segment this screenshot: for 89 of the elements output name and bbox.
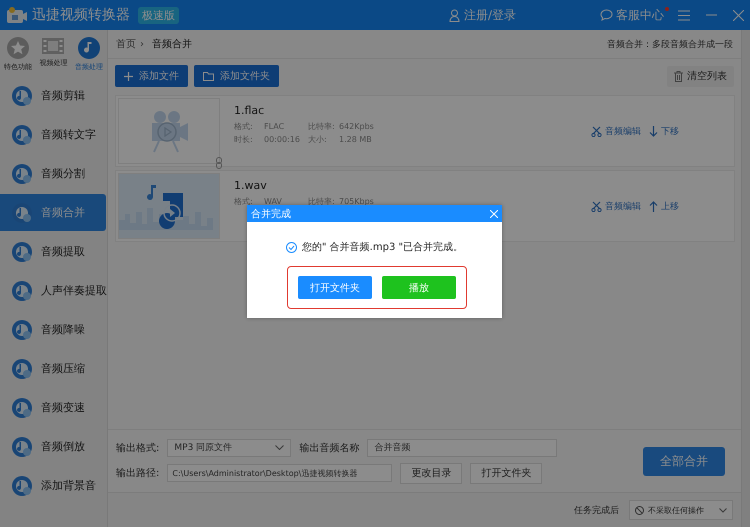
- sidebar-item[interactable]: 音频合并: [0, 194, 106, 231]
- breadcrumb-link[interactable]: 首页: [116, 37, 136, 51]
- sidebar-item[interactable]: 音频压缩: [0, 350, 107, 387]
- scrollbar[interactable]: [741, 30, 750, 527]
- app-title: 迅捷视频转换器: [32, 6, 130, 24]
- change-directory-button[interactable]: 更改目录: [400, 462, 462, 484]
- field-label: 时长:: [234, 135, 254, 145]
- sidebar-item[interactable]: 音频变速: [0, 389, 107, 426]
- sidebar-item[interactable]: 添加背景音: [0, 467, 107, 504]
- disc-icon: [11, 318, 33, 340]
- sidebar-item[interactable]: 音频转文字: [0, 116, 107, 153]
- disc-icon: [11, 240, 33, 262]
- scissors-icon: [591, 200, 602, 212]
- field-label: 格式:: [234, 122, 254, 132]
- arrow-down-icon: [649, 126, 658, 136]
- disc-icon: [11, 396, 33, 418]
- file-name: 1.flac: [234, 104, 266, 117]
- disc-icon: [11, 280, 33, 302]
- service-link[interactable]: 客服中心: [600, 6, 664, 24]
- disc-icon: [11, 358, 33, 380]
- filename-input[interactable]: 合并音频: [367, 438, 558, 456]
- field-label: 格式:: [234, 197, 254, 207]
- disc-icon: [11, 162, 33, 184]
- play-button[interactable]: 播放: [382, 276, 456, 299]
- breadcrumb-separator: ›: [140, 38, 144, 50]
- dialog-title: 合并完成: [251, 208, 291, 220]
- sidebar-item[interactable]: 音频分割: [0, 155, 107, 192]
- path-input[interactable]: C:\Users\Administrator\Desktop\迅捷视频转换器: [167, 464, 392, 482]
- disc-icon: [11, 124, 33, 146]
- sidebar-item[interactable]: 人声伴奏提取: [0, 272, 107, 309]
- folder-icon: [203, 72, 214, 80]
- film-icon: [41, 36, 66, 56]
- menu-icon[interactable]: [678, 10, 690, 20]
- file-row[interactable]: 1.flac 格式: FLAC 比特率: 642Kpbs 时长: 00:00:16 大小: 1.28 MB 音频编辑 下移: [115, 95, 735, 167]
- clear-list-button[interactable]: 清空列表: [667, 66, 734, 86]
- field-label: 任务完成后: [574, 504, 619, 516]
- trash-icon: [674, 70, 683, 82]
- field-label: 输出路径:: [116, 466, 160, 480]
- sidebar-item[interactable]: 音频倒放: [0, 428, 107, 465]
- format-dropdown[interactable]: MP3 同原文件: [167, 438, 292, 456]
- field-label: 大小:: [308, 135, 328, 145]
- chevron-down-icon: [275, 445, 284, 450]
- close-icon[interactable]: [490, 210, 498, 218]
- field-value: 00:00:16: [264, 135, 301, 145]
- open-folder-button[interactable]: 打开文件夹: [298, 276, 372, 299]
- field-label: 比特率:: [308, 197, 336, 207]
- plus-icon: [124, 72, 133, 80]
- sidebar-item[interactable]: 音频剪辑: [0, 77, 107, 114]
- user-icon: [448, 8, 460, 22]
- open-folder-button[interactable]: 打开文件夹: [470, 462, 542, 484]
- check-circle-icon: [286, 242, 297, 252]
- sidebar-item[interactable]: 音频提取: [0, 233, 107, 270]
- chat-icon: [600, 9, 613, 21]
- field-label: 比特率:: [308, 122, 336, 132]
- field-label: 输出音频名称: [299, 442, 360, 454]
- arrow-up-icon: [649, 200, 658, 212]
- sidebar-item[interactable]: 音频降噪: [0, 311, 107, 348]
- dialog-message: 您的" 合并音频.mp3 "已合并完成。: [302, 240, 464, 254]
- close-icon[interactable]: [733, 10, 744, 20]
- edit-link[interactable]: 音频编辑: [591, 124, 641, 138]
- login-link[interactable]: 注册/登录: [448, 6, 516, 24]
- field-value: 1.28 MB: [339, 135, 373, 145]
- disc-icon: [11, 202, 33, 224]
- move-link[interactable]: 下移: [649, 124, 679, 138]
- disc-icon: [11, 84, 33, 106]
- minimize-icon[interactable]: [706, 14, 717, 16]
- app-logo-icon: [6, 6, 28, 24]
- prohibited-icon: [635, 506, 644, 514]
- music-note-icon: [77, 36, 102, 60]
- field-value: 642Kpbs: [339, 122, 375, 132]
- disc-icon: [11, 474, 33, 496]
- field-value: FLAC: [264, 122, 286, 132]
- field-label: 输出格式:: [116, 442, 160, 454]
- after-task-dropdown[interactable]: 不采取任何操作: [629, 500, 733, 520]
- field-value: WAV: [264, 197, 283, 207]
- merge-all-button[interactable]: 全部合并: [643, 446, 725, 476]
- move-link[interactable]: 上移: [649, 200, 679, 212]
- add-file-button[interactable]: 添加文件: [115, 65, 188, 87]
- edition-badge: 极速版: [138, 6, 179, 24]
- page-description: 音频合并：多段音频合并成一段: [607, 38, 733, 50]
- breadcrumb-current: 音频合并: [152, 38, 192, 51]
- scissors-icon: [591, 126, 602, 136]
- add-folder-button[interactable]: 添加文件夹: [194, 65, 279, 87]
- disc-icon: [11, 436, 33, 458]
- field-value: 705Kbps: [339, 197, 375, 207]
- file-name: 1.wav: [234, 179, 268, 192]
- chevron-down-icon: [719, 508, 727, 512]
- link-icon: [216, 157, 222, 169]
- edit-link[interactable]: 音频编辑: [591, 200, 641, 212]
